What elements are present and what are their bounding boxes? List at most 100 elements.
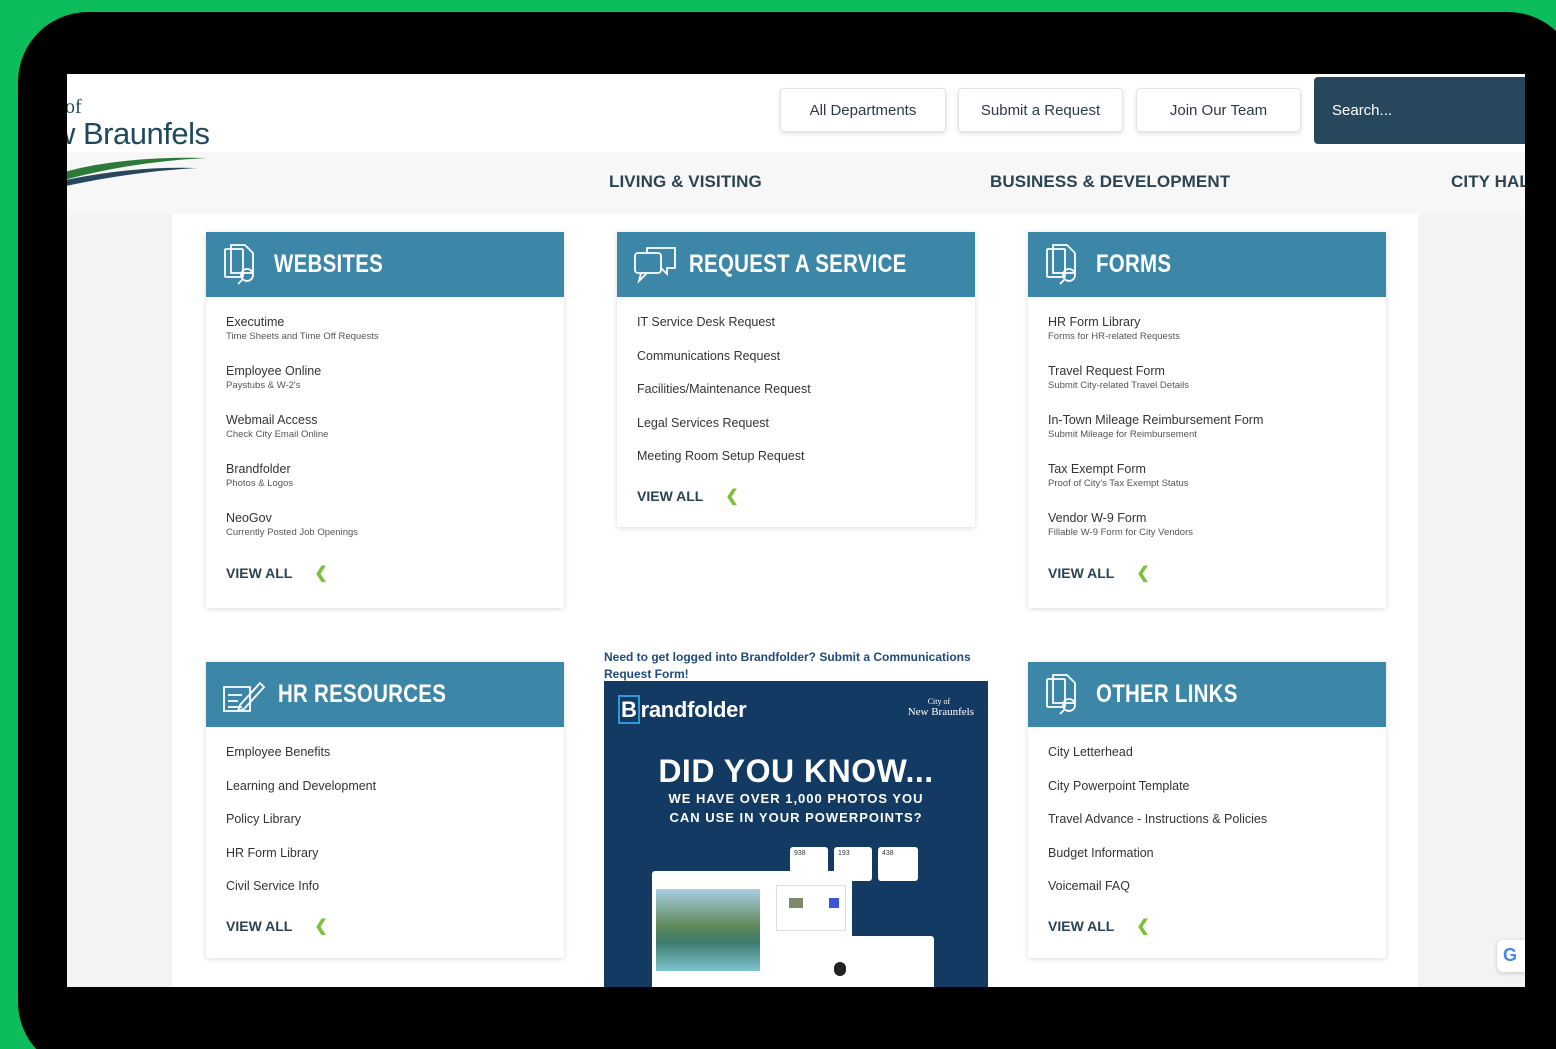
- link-webmail-access[interactable]: Webmail Access Check City Email Online: [226, 412, 544, 442]
- request-service-card: REQUEST A SERVICE IT Service Desk Reques…: [617, 232, 975, 527]
- mockup-button: [829, 898, 839, 908]
- brandfolder-logo: Brandfolder: [618, 695, 747, 724]
- stat-value: 438: [882, 850, 894, 857]
- all-departments-button[interactable]: All Departments: [780, 88, 946, 132]
- link-learning-development[interactable]: Learning and Development: [226, 778, 544, 794]
- brandfolder-logo-b: B: [618, 695, 640, 724]
- site-header: of w Braunfels All Departments Submit a …: [67, 74, 1525, 214]
- link-hr-form-library[interactable]: HR Form Library Forms for HR-related Req…: [1048, 314, 1366, 344]
- brandfolder-logo-text: randfolder: [640, 697, 747, 722]
- view-all-label: VIEW ALL: [1048, 918, 1115, 935]
- link-policy-library[interactable]: Policy Library: [226, 811, 544, 827]
- chevron-left-icon: ❮: [314, 565, 328, 582]
- chevron-left-icon: ❮: [1136, 565, 1150, 582]
- chat-bubbles-icon: [634, 246, 676, 284]
- link-subtitle: Submit City-related Travel Details: [1048, 380, 1189, 391]
- camera-icon: [834, 962, 846, 976]
- request-view-all-link[interactable]: VIEW ALL ❮: [637, 486, 955, 506]
- link-executime[interactable]: Executime Time Sheets and Time Off Reque…: [226, 314, 544, 344]
- mockup-form: [776, 885, 846, 931]
- link-hr-form-library[interactable]: HR Form Library: [226, 845, 544, 861]
- link-city-powerpoint[interactable]: City Powerpoint Template: [1048, 778, 1366, 794]
- city-seal-logo: City of New Braunfels: [907, 697, 974, 718]
- link-tax-exempt-form[interactable]: Tax Exempt Form Proof of City's Tax Exem…: [1048, 461, 1366, 491]
- link-subtitle: Time Sheets and Time Off Requests: [226, 331, 379, 342]
- link-budget-information[interactable]: Budget Information: [1048, 845, 1366, 861]
- link-it-service-desk[interactable]: IT Service Desk Request: [637, 314, 955, 330]
- hr-view-all-link[interactable]: VIEW ALL ❮: [226, 916, 544, 936]
- link-travel-request-form[interactable]: Travel Request Form Submit City-related …: [1048, 363, 1366, 393]
- link-title: Travel Request Form: [1048, 364, 1165, 378]
- forms-card-header: FORMS: [1028, 232, 1386, 297]
- link-subtitle: Currently Posted Job Openings: [226, 527, 359, 538]
- hr-card-header: HR RESOURCES: [206, 662, 564, 727]
- link-subtitle: Paystubs & W-2's: [226, 380, 301, 391]
- link-subtitle: Forms for HR-related Requests: [1048, 331, 1180, 342]
- link-legal-services[interactable]: Legal Services Request: [637, 415, 955, 431]
- stat-card: 438: [878, 847, 918, 881]
- link-civil-service-info[interactable]: Civil Service Info: [226, 878, 544, 894]
- other-card-title: OTHER LINKS: [1096, 680, 1238, 708]
- forms-card: FORMS HR Form Library Forms for HR-relat…: [1028, 232, 1386, 608]
- stat-value: 193: [838, 850, 850, 857]
- link-title: Executime: [226, 315, 285, 329]
- request-card-title: REQUEST A SERVICE: [689, 250, 907, 278]
- promo-headline: DID YOU KNOW...: [658, 753, 934, 789]
- link-voicemail-faq[interactable]: Voicemail FAQ: [1048, 878, 1366, 894]
- link-title: Tax Exempt Form: [1048, 462, 1146, 476]
- link-subtitle: Check City Email Online: [226, 429, 329, 440]
- link-vendor-w9-form[interactable]: Vendor W-9 Form Fillable W-9 Form for Ci…: [1048, 510, 1366, 540]
- brandfolder-caption-link[interactable]: Need to get logged into Brandfolder? Sub…: [604, 649, 994, 683]
- websites-view-all-link[interactable]: VIEW ALL ❮: [226, 563, 544, 583]
- link-communications-request[interactable]: Communications Request: [637, 348, 955, 364]
- link-employee-online[interactable]: Employee Online Paystubs & W-2's: [226, 363, 544, 393]
- link-title: Vendor W-9 Form: [1048, 511, 1147, 525]
- link-title: Webmail Access: [226, 413, 318, 427]
- pencil-paper-icon: [223, 681, 266, 712]
- chevron-left-icon: ❮: [1136, 918, 1150, 936]
- logo-swoosh-icon: [67, 157, 207, 186]
- link-title: HR Form Library: [1048, 315, 1141, 329]
- brandfolder-promo-banner[interactable]: Brandfolder City of New Braunfels DID YO…: [604, 681, 988, 987]
- promo-subtext-line1: WE HAVE OVER 1,000 PHOTOS YOU: [668, 791, 924, 806]
- websites-card-title: WEBSITES: [274, 250, 384, 278]
- documents-icon: [224, 243, 254, 285]
- logo-text-name: w Braunfels: [67, 116, 210, 151]
- link-city-letterhead[interactable]: City Letterhead: [1048, 744, 1366, 760]
- submit-request-button[interactable]: Submit a Request: [958, 88, 1123, 132]
- other-view-all-link[interactable]: VIEW ALL ❮: [1048, 916, 1366, 936]
- link-facilities-request[interactable]: Facilities/Maintenance Request: [637, 381, 955, 397]
- mockup-thumb: [789, 898, 803, 908]
- chevron-left-icon: ❮: [314, 918, 328, 936]
- link-subtitle: Proof of City's Tax Exempt Status: [1048, 478, 1189, 489]
- hr-resources-card: HR RESOURCES Employee Benefits Learning …: [206, 662, 564, 958]
- nav-city-hall[interactable]: CITY HAL: [1451, 172, 1525, 192]
- documents-icon: [1046, 243, 1076, 285]
- link-subtitle: Submit Mileage for Reimbursement: [1048, 429, 1197, 440]
- hr-card-title: HR RESOURCES: [278, 680, 447, 708]
- promo-subtext-line2: CAN USE IN YOUR POWERPOINTS?: [669, 810, 923, 825]
- link-subtitle: Fillable W-9 Form for City Vendors: [1048, 527, 1194, 538]
- chevron-left-icon: ❮: [725, 488, 739, 506]
- search-input[interactable]: [1332, 102, 1525, 119]
- google-translate-icon[interactable]: G: [1497, 940, 1525, 972]
- link-title: In-Town Mileage Reimbursement Form: [1048, 413, 1264, 427]
- join-our-team-button[interactable]: Join Our Team: [1136, 88, 1301, 132]
- nav-living-visiting[interactable]: LIVING & VISITING: [609, 172, 762, 192]
- link-mileage-reimbursement[interactable]: In-Town Mileage Reimbursement Form Submi…: [1048, 412, 1366, 442]
- link-title: NeoGov: [226, 511, 272, 525]
- link-brandfolder[interactable]: Brandfolder Photos & Logos: [226, 461, 544, 491]
- link-meeting-room[interactable]: Meeting Room Setup Request: [637, 448, 955, 464]
- link-subtitle: Photos & Logos: [226, 478, 294, 489]
- link-travel-advance[interactable]: Travel Advance - Instructions & Policies: [1048, 811, 1366, 827]
- search-box: [1314, 77, 1525, 144]
- city-logo-line2: New Braunfels: [907, 706, 974, 718]
- link-employee-benefits[interactable]: Employee Benefits: [226, 744, 544, 760]
- forms-card-title: FORMS: [1096, 250, 1172, 278]
- link-neogov[interactable]: NeoGov Currently Posted Job Openings: [226, 510, 544, 540]
- nav-business-development[interactable]: BUSINESS & DEVELOPMENT: [990, 172, 1230, 192]
- browser-screen: of w Braunfels All Departments Submit a …: [67, 74, 1525, 987]
- forms-view-all-link[interactable]: VIEW ALL ❮: [1048, 563, 1366, 583]
- link-title: Brandfolder: [226, 462, 291, 476]
- view-all-label: VIEW ALL: [226, 918, 293, 935]
